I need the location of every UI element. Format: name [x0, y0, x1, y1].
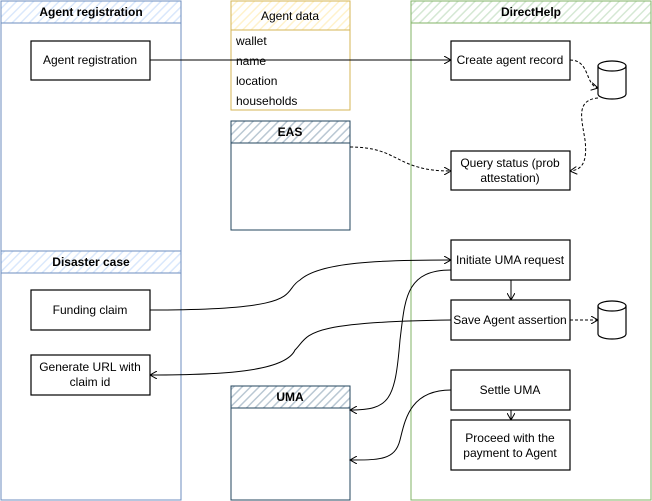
node-label: claim id — [70, 375, 111, 389]
node-label: Save Agent assertion — [453, 313, 566, 327]
node-label: Initiate UMA request — [456, 253, 565, 267]
edge-settle-to-uma — [350, 389, 452, 460]
node-label: Funding claim — [53, 303, 128, 317]
node-label: attestation) — [480, 171, 539, 185]
edge-db-to-query — [570, 97, 599, 171]
edge-create-to-db — [569, 59, 598, 88]
edge-save-to-generate — [150, 319, 452, 375]
diagram: Agent registration Agent data wallet nam… — [0, 0, 652, 501]
container-title: Agent registration — [39, 5, 142, 19]
edge-initiate-to-uma — [350, 269, 452, 410]
node-label: Create agent record — [457, 53, 564, 67]
container-title: Agent data — [261, 9, 319, 23]
eas-container: EAS — [230, 120, 351, 231]
uma-container: UMA — [230, 385, 351, 501]
container-title: Disaster case — [52, 255, 130, 269]
proceed-payment-node[interactable] — [450, 419, 571, 471]
field-households: households — [236, 94, 297, 108]
field-wallet: wallet — [235, 34, 267, 48]
node-label: Query status (prob — [460, 156, 560, 170]
container-title: EAS — [278, 125, 303, 139]
database-cylinder-icon — [597, 60, 627, 100]
field-location: location — [236, 74, 277, 88]
database-cylinder-icon — [597, 300, 627, 340]
node-label: payment to Agent — [463, 446, 557, 460]
node-label: Generate URL with — [39, 360, 141, 374]
node-label: Settle UMA — [480, 383, 541, 397]
node-label: Agent registration — [43, 53, 137, 67]
agent-data-container: Agent data wallet name location househol… — [230, 0, 351, 111]
container-title: UMA — [276, 390, 304, 404]
edge-eas-to-query — [349, 146, 451, 171]
field-name: name — [236, 54, 266, 68]
node-label: Proceed with the — [465, 431, 555, 445]
container-title: DirectHelp — [501, 5, 561, 19]
